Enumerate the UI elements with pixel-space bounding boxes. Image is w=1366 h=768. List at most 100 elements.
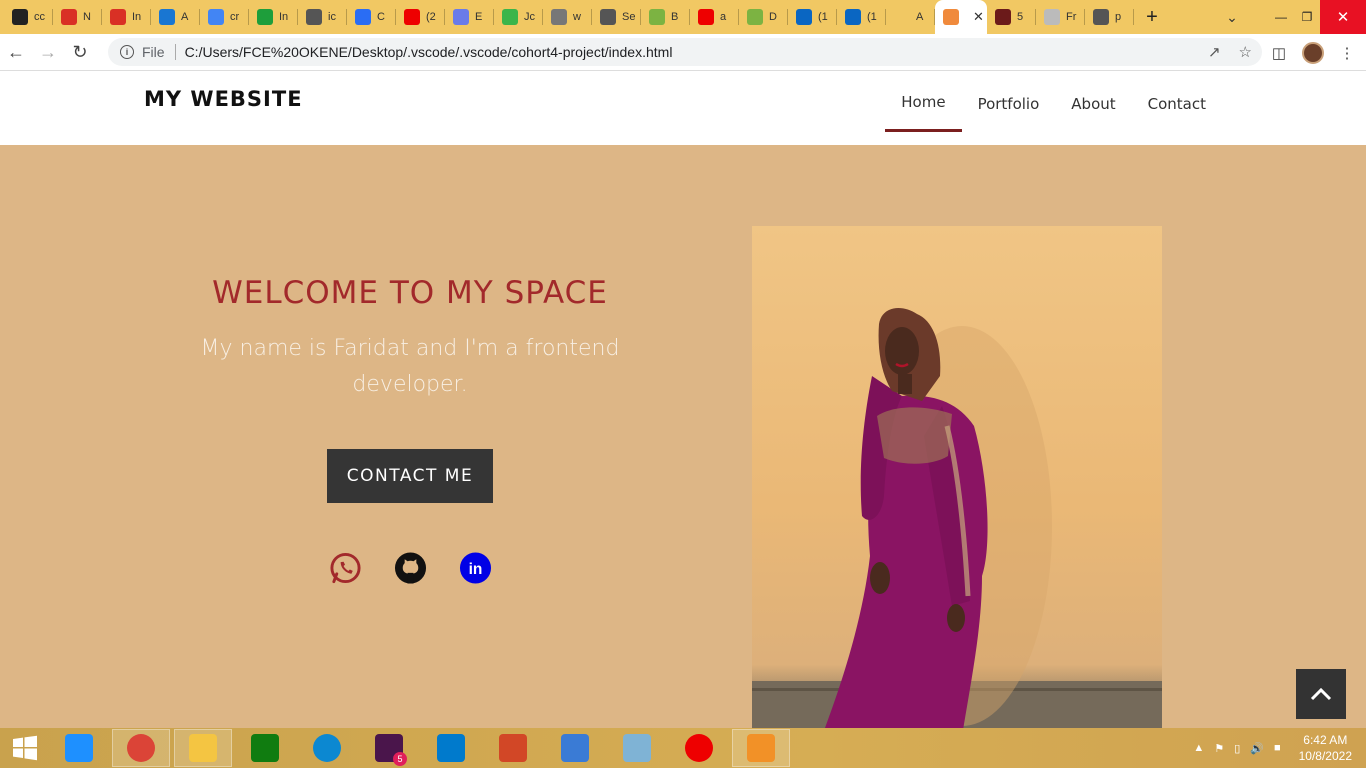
start-windows-icon[interactable] — [0, 728, 50, 768]
tab-label: (2 — [426, 11, 436, 23]
browser-tab[interactable]: In — [102, 0, 151, 34]
slack-icon: 5 — [375, 734, 407, 766]
nav-link-about[interactable]: About — [1055, 74, 1131, 134]
address-bar[interactable]: i File C:/Users/FCE%20OKENE/Desktop/.vsc… — [108, 38, 1262, 66]
nav-link-contact[interactable]: Contact — [1132, 74, 1222, 134]
github-icon[interactable] — [394, 551, 427, 584]
action-center-flag-icon[interactable]: ⚑ — [1214, 742, 1224, 755]
browser-tab[interactable]: ✕ — [935, 0, 987, 34]
taskbar-app[interactable] — [546, 729, 604, 767]
back-button[interactable]: ← — [0, 36, 32, 68]
taskbar-app[interactable] — [298, 729, 356, 767]
whatsapp-icon[interactable] — [329, 551, 362, 584]
refresh-icon — [747, 9, 763, 25]
browser-tab[interactable]: D — [739, 0, 788, 34]
browser-tab[interactable]: p — [1085, 0, 1134, 34]
volume-icon[interactable]: 🔊 — [1250, 742, 1264, 755]
network-icon[interactable]: ■ — [1274, 742, 1281, 754]
url-separator — [174, 44, 176, 60]
github-icon — [12, 9, 28, 25]
close-window-button[interactable]: ✕ — [1320, 0, 1366, 34]
browser-tab[interactable]: Jc — [494, 0, 543, 34]
check-icon — [502, 9, 518, 25]
contact-me-button[interactable]: CONTACT ME — [327, 449, 493, 503]
browser-tab[interactable]: ic — [298, 0, 347, 34]
tab-label: (1 — [867, 11, 877, 23]
browser-tab[interactable]: a — [690, 0, 739, 34]
browser-tab[interactable]: (2 — [396, 0, 445, 34]
reload-button[interactable]: ↻ — [64, 36, 96, 68]
site-nav: Home Portfolio About Contact — [885, 71, 1222, 145]
n-app-icon — [159, 9, 175, 25]
browser-tab[interactable]: 5 — [987, 0, 1036, 34]
browser-tab[interactable]: (1 — [837, 0, 886, 34]
url-scheme: File — [142, 44, 165, 60]
tab-label: In — [132, 11, 142, 23]
site-header: MY WEBSITE Home Portfolio About Contact — [0, 71, 1366, 145]
restore-button[interactable]: ❐ — [1294, 0, 1320, 34]
profile-avatar[interactable] — [1302, 41, 1324, 64]
taskbar-app[interactable] — [236, 729, 294, 767]
google-icon — [208, 9, 224, 25]
globe-icon — [1093, 9, 1109, 25]
browser-tab[interactable]: (1 — [788, 0, 837, 34]
taskbar-app[interactable] — [732, 729, 790, 767]
circle-x-icon — [551, 9, 567, 25]
tab-label: A — [916, 11, 924, 23]
browser-tab[interactable]: E — [445, 0, 494, 34]
taskbar-app[interactable] — [608, 729, 666, 767]
notepad-icon — [623, 734, 651, 762]
taskbar-app[interactable] — [112, 729, 170, 767]
scroll-to-top-button[interactable] — [1296, 669, 1346, 719]
browser-tab[interactable]: A — [886, 0, 935, 34]
youtube-icon — [404, 9, 420, 25]
browser-toolbar: ← → ↻ i File C:/Users/FCE%20OKENE/Deskto… — [0, 34, 1366, 71]
url-text[interactable]: C:/Users/FCE%20OKENE/Desktop/.vscode/.vs… — [185, 44, 673, 60]
social-links: in — [180, 551, 640, 584]
moon-icon — [1044, 9, 1060, 25]
taskbar-app[interactable] — [174, 729, 232, 767]
new-tab-button[interactable]: + — [1134, 0, 1170, 34]
browser-tab[interactable]: A — [151, 0, 200, 34]
tab-label: w — [573, 11, 581, 23]
linkedin-icon[interactable]: in — [459, 551, 492, 584]
taskbar-app[interactable] — [50, 729, 108, 767]
battery-icon[interactable]: ▯ — [1234, 742, 1240, 755]
nav-link-home[interactable]: Home — [885, 74, 962, 132]
browser-tab[interactable]: w — [543, 0, 592, 34]
browser-tab[interactable]: cr — [200, 0, 249, 34]
edge-icon — [313, 734, 341, 762]
minimize-button[interactable]: — — [1268, 0, 1294, 34]
taskbar-app[interactable]: 5 — [360, 729, 418, 767]
taskbar-app[interactable] — [484, 729, 542, 767]
tab-search-chevron-icon[interactable]: ⌄ — [1212, 9, 1252, 26]
profile-photo — [752, 226, 1162, 728]
windows-taskbar: 5 ▲ ⚑ ▯ 🔊 ■ 6:42 AM 10/8/2022 — [0, 728, 1366, 768]
tray-expand-icon[interactable]: ▲ — [1193, 742, 1204, 754]
tab-close-icon[interactable]: ✕ — [973, 9, 984, 25]
tab-label: Jc — [524, 11, 535, 23]
forward-button[interactable]: → — [32, 36, 64, 68]
browser-tab[interactable]: cc — [4, 0, 53, 34]
browser-tab[interactable]: C — [347, 0, 396, 34]
bookmark-star-icon[interactable]: ☆ — [1239, 43, 1252, 61]
taskbar-app[interactable] — [670, 729, 728, 767]
browser-tab[interactable]: N — [53, 0, 102, 34]
taskbar-app[interactable] — [422, 729, 480, 767]
site-logo[interactable]: MY WEBSITE — [144, 87, 303, 111]
media-player-icon — [747, 734, 775, 762]
menu-kebab-icon[interactable]: ⋮ — [1336, 42, 1358, 64]
side-panel-icon[interactable]: ◫ — [1268, 42, 1290, 64]
browser-tab[interactable]: Se — [592, 0, 641, 34]
site-icon — [943, 9, 959, 25]
browser-tab[interactable]: Fr — [1036, 0, 1085, 34]
browser-tab[interactable]: B — [641, 0, 690, 34]
system-clock[interactable]: 6:42 AM 10/8/2022 — [1299, 732, 1352, 764]
browser-tab[interactable]: In — [249, 0, 298, 34]
tab-label: cc — [34, 11, 45, 23]
omnibox-actions: ↗ ☆ — [1208, 43, 1252, 61]
info-icon[interactable]: i — [120, 45, 134, 59]
svg-text:in: in — [468, 560, 482, 577]
share-icon[interactable]: ↗ — [1208, 43, 1221, 61]
nav-link-portfolio[interactable]: Portfolio — [962, 74, 1056, 134]
